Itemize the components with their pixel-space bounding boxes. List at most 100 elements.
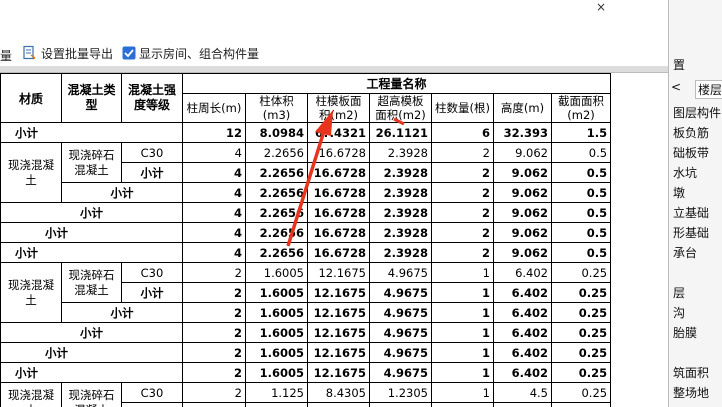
value-cell: 2.2656	[245, 202, 308, 223]
subtotal-row[interactable]: 小计 4 2.2656 16.6728 2.3928 2 9.062 0.5	[0, 202, 612, 223]
table-row[interactable]: 现浇混凝土现浇碎石混凝土C3021.1258.43051.230514.50.2…	[0, 382, 612, 407]
header-col-4[interactable]: 柱数量(根)	[431, 93, 494, 123]
header-concrete-type[interactable]: 混凝土类型	[61, 73, 122, 123]
header-col-5[interactable]: 高度(m)	[493, 93, 552, 123]
value-cell: 16.6728	[307, 182, 370, 203]
value-cell: 1.125	[245, 382, 308, 403]
value-cell: 4	[182, 182, 246, 203]
value-cell: 1.125	[245, 402, 308, 407]
material-cell: 现浇混凝土	[0, 262, 62, 323]
value-cell: 6.402	[493, 322, 552, 343]
value-cell: 6.402	[493, 262, 552, 283]
header-col-2[interactable]: 柱模板面积(m2)	[307, 93, 370, 123]
value-cell: 6	[431, 122, 494, 143]
value-cell: 8.4305	[307, 382, 370, 403]
grade-cell: C30	[121, 262, 183, 283]
header-col-6[interactable]: 截面面积(m2)	[550, 93, 612, 123]
right-side-panel: 置 < 楼层 图层构件 板负筋 础板带 水坑墩立基础 形基础 承台层沟胎膜 筑面积 整场地	[668, 0, 722, 407]
right-panel-item[interactable]: 承台	[673, 244, 697, 261]
header-col-0[interactable]: 柱周长(m)	[182, 93, 246, 123]
right-panel-item[interactable]: 板负筋	[673, 124, 709, 141]
right-panel-item[interactable]: 墩	[673, 184, 685, 201]
batch-export-label: 设置批量导出	[41, 46, 114, 61]
subtotal-row[interactable]: 小计 2 1.6005 12.1675 4.9675 1 6.402 0.25	[1, 302, 612, 323]
value-cell: 0.25	[550, 362, 612, 383]
concrete-type-cell: 现浇碎石混凝土	[61, 142, 122, 183]
subtotal-row[interactable]: 小计 12 8.0984 6?.4321 26.1121 6 32.393 1.5	[0, 122, 612, 143]
subtotal-row[interactable]: 小计 2 1.6005 12.1675 4.9675 1 6.402 0.25	[0, 362, 612, 383]
value-cell: 2	[182, 382, 246, 403]
table-row[interactable]: 现浇混凝土 现浇碎石混凝土 C30 4 2.2656 16.6728 2.3928 2 9.06…	[0, 142, 612, 203]
table-row[interactable]: 现浇混凝土 现浇碎石混凝土 C30 2 1.6005 12.1675 4.9675 1 6.40…	[0, 262, 612, 323]
value-cell: 2.3928	[369, 182, 432, 203]
value-cell: 1	[431, 282, 494, 303]
checkbox-checked-icon[interactable]	[122, 46, 136, 60]
subtotal-label: 小计	[0, 222, 183, 243]
grade-cell: C30	[121, 382, 183, 403]
value-cell: 2.2656	[245, 242, 308, 263]
value-cell: 12.1675	[307, 282, 370, 303]
toolbar-partial-label: 量	[0, 48, 13, 63]
value-cell: 2.2656	[245, 182, 308, 203]
value-cell: 0.25	[550, 342, 612, 363]
batch-export-button[interactable]: 设置批量导出	[22, 42, 113, 64]
subtotal-label: 小计	[0, 242, 183, 263]
value-cell: 1	[431, 322, 494, 343]
value-cell: 4	[182, 222, 246, 243]
header-col-1[interactable]: 柱体积(m3)	[245, 93, 308, 123]
tab-floor[interactable]: 楼层	[695, 80, 722, 99]
right-panel-item[interactable]: 胎膜	[673, 324, 697, 341]
value-cell: 2.3928	[369, 142, 432, 163]
value-cell: 0.25	[550, 402, 612, 407]
right-panel-item[interactable]: 层	[673, 284, 685, 301]
value-cell: 16.6728	[307, 202, 370, 223]
subtotal-row[interactable]: 小计 2 1.6005 12.1675 4.9675 1 6.402 0.25	[0, 342, 612, 363]
toolbar: 量 设置批量导出 显示房间、组合构件量	[0, 38, 668, 67]
tab-scroll-left[interactable]: <	[671, 80, 681, 94]
value-cell: 4.9675	[369, 362, 432, 383]
value-cell: 1	[431, 302, 494, 323]
value-cell: 2.3928	[369, 242, 432, 263]
right-panel-item[interactable]: 沟	[673, 304, 685, 321]
value-cell: 1.6005	[245, 342, 308, 363]
header-material[interactable]: 材质	[0, 73, 62, 123]
right-panel-item[interactable]: 础板带	[673, 144, 709, 161]
value-cell: 1	[431, 262, 494, 283]
value-cell: 16.6728	[307, 142, 370, 163]
value-cell: 1	[431, 362, 494, 383]
right-panel-item[interactable]: 形基础	[673, 224, 709, 241]
value-cell: 2.2656	[245, 142, 308, 163]
value-cell: 1	[431, 402, 494, 407]
value-cell: 4.9675	[369, 322, 432, 343]
header-quantity-group: 工程量名称	[181, 73, 612, 94]
right-panel-item[interactable]: 立基础	[673, 204, 709, 221]
value-cell: 0.25	[550, 322, 612, 343]
value-cell: 0.5	[550, 162, 612, 183]
subtotal-row[interactable]: 小计 4 2.2656 16.6728 2.3928 2 9.062 0.5	[1, 182, 612, 203]
subtotal-label: 小计	[61, 182, 183, 203]
show-rooms-label: 显示房间、组合构件量	[139, 46, 260, 61]
value-cell: 1.6005	[245, 302, 308, 323]
value-cell: 8.4305	[307, 402, 370, 407]
value-cell: 4.9675	[369, 282, 432, 303]
right-panel-item[interactable]: 筑面积	[673, 364, 709, 381]
right-panel-item[interactable]: 整场地	[673, 384, 709, 401]
value-cell: 0.25	[550, 302, 612, 323]
subtotal-row[interactable]: 小计 4 2.2656 16.6728 2.3928 2 9.062 0.5	[0, 242, 612, 263]
value-cell: 16.6728	[307, 222, 370, 243]
right-panel-item[interactable]: 水坑	[673, 164, 697, 181]
header-concrete-grade[interactable]: 混凝土强度等级	[121, 73, 183, 123]
value-cell: 0.5	[550, 182, 612, 203]
subtotal-label: 小计	[0, 342, 183, 363]
value-cell: 16.6728	[307, 162, 370, 183]
show-rooms-toggle[interactable]: 显示房间、组合构件量	[122, 42, 259, 64]
right-panel-item[interactable]: 图层构件	[673, 104, 721, 121]
header-col-3[interactable]: 超高模板面积(m2)	[369, 93, 432, 123]
value-cell: 2.2656	[245, 222, 308, 243]
close-icon[interactable]: ×	[596, 0, 606, 14]
subtotal-row[interactable]: 小计 4 2.2656 16.6728 2.3928 2 9.062 0.5	[0, 222, 612, 243]
subtotal-row[interactable]: 小计 2 1.6005 12.1675 4.9675 1 6.402 0.25	[0, 322, 612, 343]
value-cell: 8.0984	[245, 122, 308, 143]
value-cell: 9.062	[493, 222, 552, 243]
value-cell: 4	[182, 162, 246, 183]
